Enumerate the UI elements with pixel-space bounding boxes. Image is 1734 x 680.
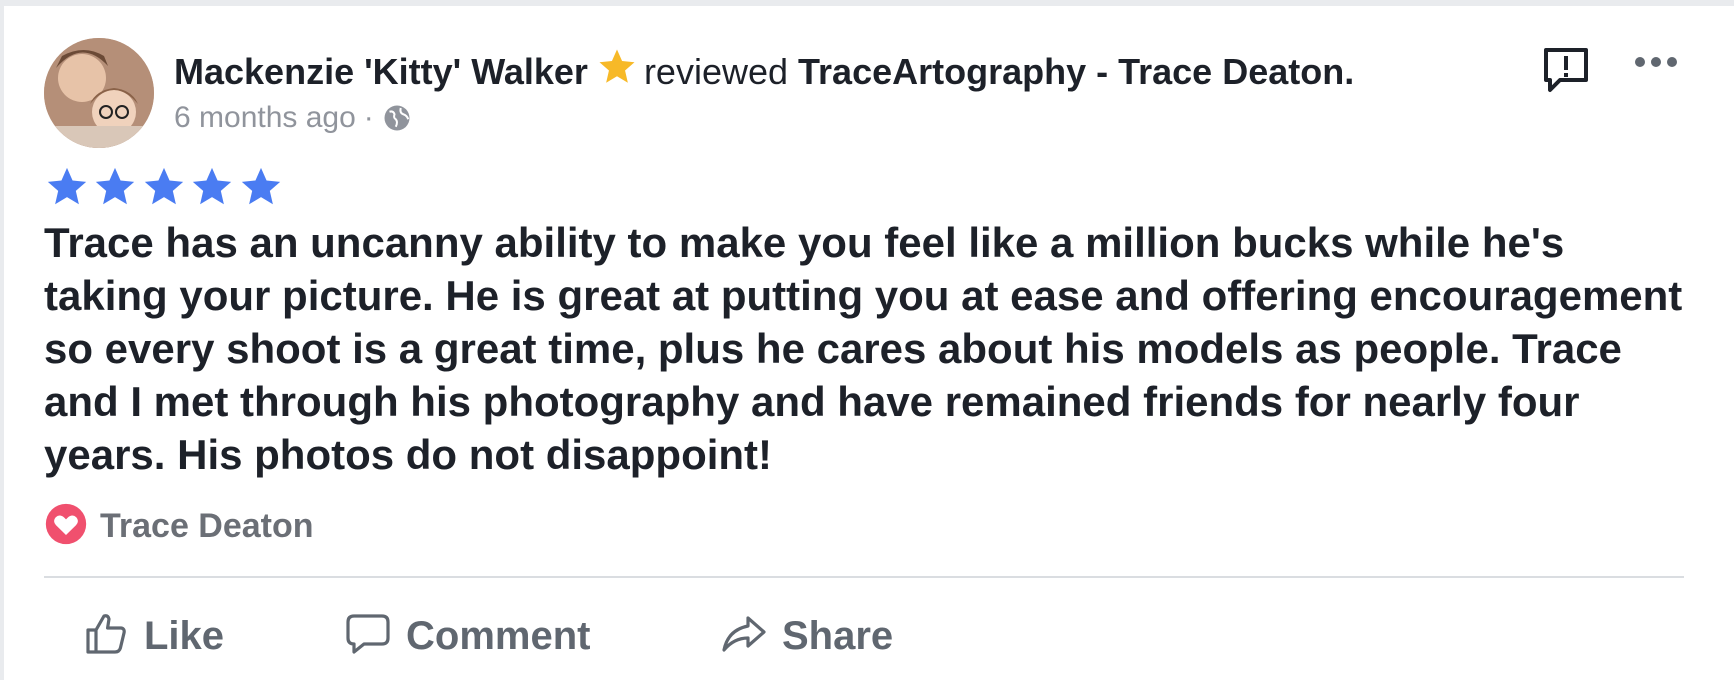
- review-verb: reviewed: [643, 51, 789, 92]
- star-icon: [44, 164, 90, 215]
- reaction-summary[interactable]: Trace Deaton: [44, 502, 314, 551]
- share-arrow-icon: [720, 610, 768, 663]
- top-fan-star-icon: [596, 46, 638, 98]
- post-header: Mackenzie 'Kitty' Walker reviewed TraceAr…: [174, 46, 1354, 98]
- like-button[interactable]: Like: [82, 606, 224, 666]
- feedback-report-icon[interactable]: [1540, 44, 1592, 101]
- comment-bubble-icon: [344, 610, 392, 663]
- star-icon: [92, 164, 138, 215]
- avatar-photo: [44, 38, 154, 148]
- star-rating: [44, 164, 282, 212]
- love-reaction-icon: [44, 502, 88, 551]
- star-icon: [238, 164, 284, 215]
- page-name[interactable]: TraceArtography - Trace Deaton.: [798, 51, 1354, 92]
- action-bar: Like Comment Share: [4, 606, 1734, 666]
- author-name[interactable]: Mackenzie 'Kitty' Walker: [174, 51, 588, 92]
- timestamp[interactable]: 6 months ago: [174, 101, 356, 134]
- star-icon: [189, 164, 235, 215]
- star-icon: [141, 164, 187, 215]
- comment-button[interactable]: Comment: [344, 606, 590, 666]
- share-label: Share: [782, 613, 894, 658]
- like-label: Like: [144, 613, 225, 658]
- meta-separator: ·: [363, 101, 374, 134]
- comment-label: Comment: [406, 613, 591, 658]
- more-options-icon[interactable]: [1634, 54, 1678, 75]
- divider: [44, 576, 1684, 578]
- globe-icon[interactable]: [382, 103, 412, 142]
- share-button[interactable]: Share: [720, 606, 893, 666]
- review-text: Trace has an uncanny ability to make you…: [44, 219, 1683, 478]
- reactor-name: Trace Deaton: [100, 506, 314, 545]
- avatar[interactable]: [44, 38, 154, 148]
- post-meta: 6 months ago ·: [174, 100, 412, 142]
- review-card: Mackenzie 'Kitty' Walker reviewed TraceAr…: [4, 6, 1734, 680]
- thumbs-up-icon: [82, 610, 130, 663]
